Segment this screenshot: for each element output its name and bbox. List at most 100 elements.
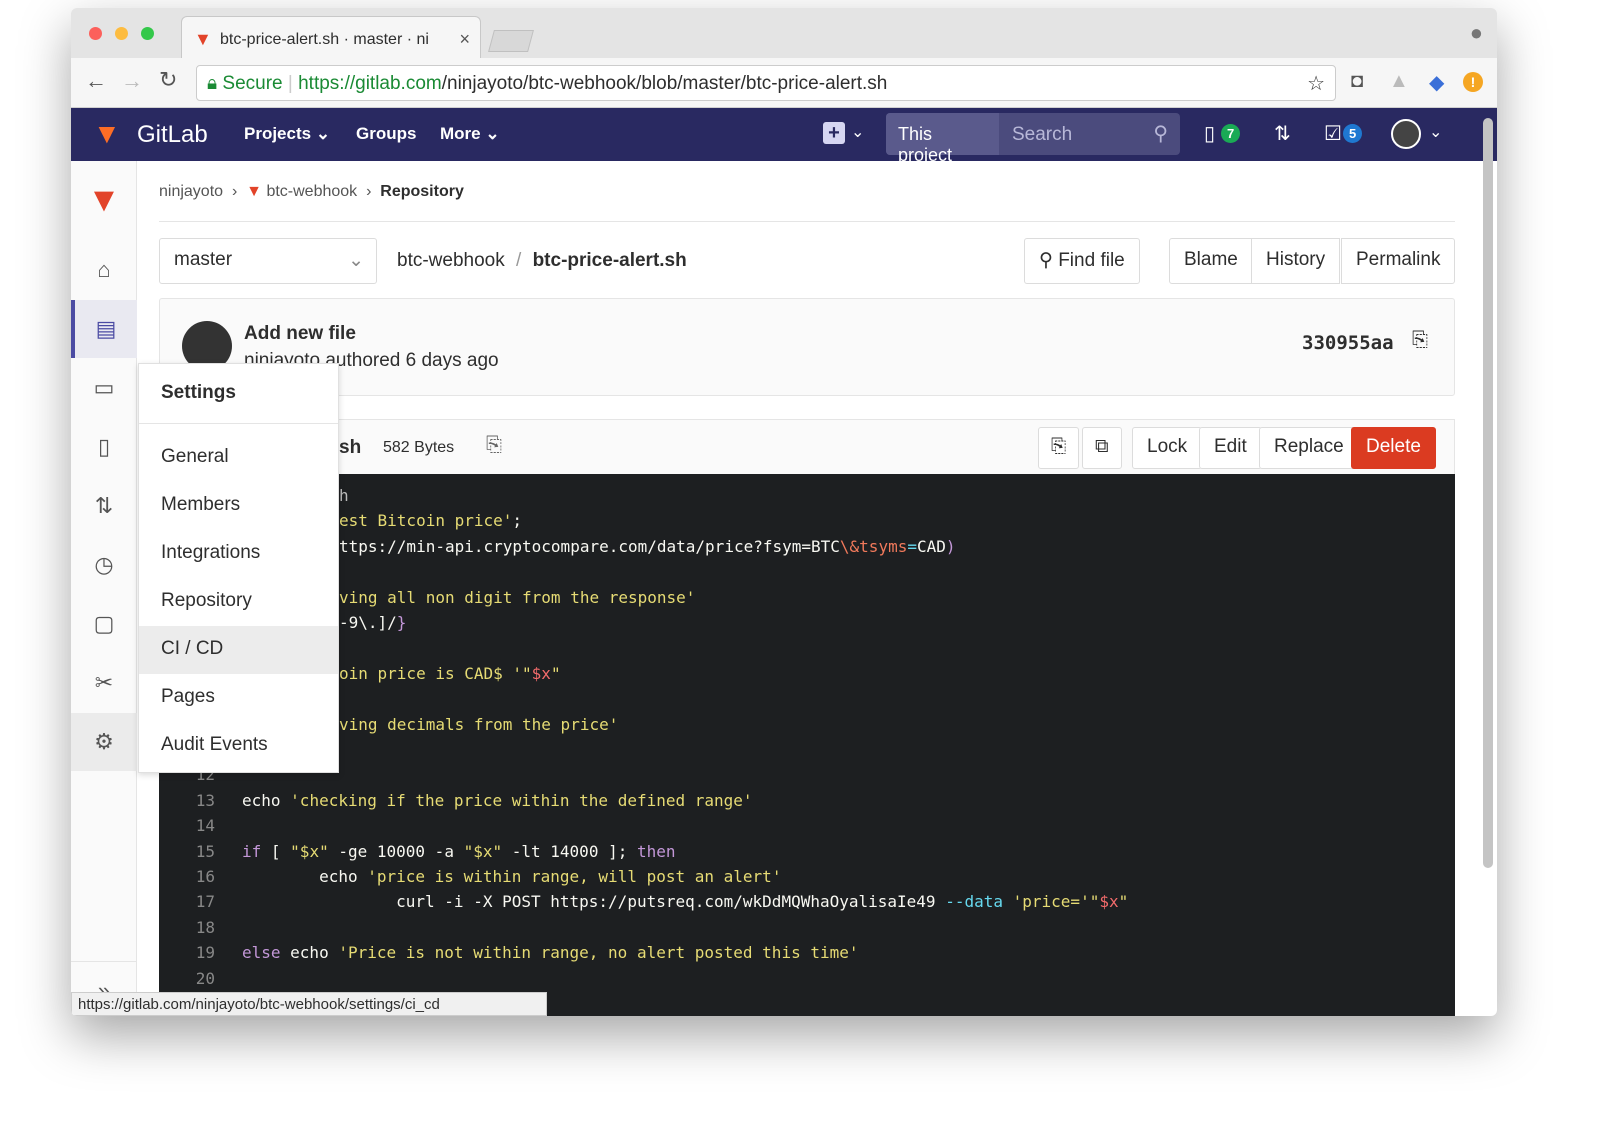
browser-tab[interactable]: ▼ btc-price-alert.sh · master · ni × bbox=[181, 16, 481, 58]
minimize-window-button[interactable] bbox=[115, 27, 128, 40]
address-bar-row: ← → ↻ 🔒︎ Secure | https://gitlab.com/nin… bbox=[71, 58, 1497, 108]
menu-item-members[interactable]: Members bbox=[139, 482, 338, 530]
search-box[interactable]: This project Search ⚲ bbox=[886, 113, 1180, 165]
code-token: = bbox=[907, 536, 917, 556]
code-token: ) bbox=[945, 536, 956, 556]
code-token: ]; bbox=[598, 841, 637, 861]
ethereum-icon[interactable]: ◆ bbox=[1429, 70, 1444, 95]
history-button[interactable]: History bbox=[1251, 238, 1341, 284]
commit-title[interactable]: Add new file bbox=[244, 323, 356, 345]
more-menu[interactable]: More ⌄ bbox=[440, 124, 500, 144]
project-sidebar: ▼ ⌂ ▤ ▭ ▯ ⇅ ◷ ▢ ✂ ⚙ » bbox=[71, 161, 137, 1016]
code-line: curl -i -X POST https://putsreq.com/wkDd… bbox=[242, 892, 1128, 911]
menu-item-pages[interactable]: Pages bbox=[139, 674, 338, 722]
projects-menu[interactable]: Projects ⌄ bbox=[244, 124, 330, 144]
user-avatar[interactable] bbox=[1391, 119, 1421, 149]
page-scrollbar[interactable] bbox=[1483, 118, 1493, 868]
gitlab-favicon-icon: ▼ bbox=[194, 29, 212, 49]
menu-item-integrations[interactable]: Integrations bbox=[139, 530, 338, 578]
last-commit-panel: Add new file ninjayoto authored 6 days a… bbox=[159, 298, 1455, 396]
chevron-down-icon: ⌄ bbox=[1429, 124, 1443, 141]
merge-requests-icon[interactable]: ⇅ bbox=[71, 477, 137, 535]
url-input[interactable]: 🔒︎ Secure | https://gitlab.com/ninjayoto… bbox=[196, 65, 1336, 101]
search-icon[interactable]: ⚲ bbox=[1153, 121, 1168, 146]
chevron-down-icon: ⌄ bbox=[851, 124, 865, 141]
close-tab-icon[interactable]: × bbox=[459, 29, 470, 50]
gitlab-brand[interactable]: GitLab bbox=[137, 121, 208, 149]
repository-icon[interactable]: ▤ bbox=[71, 300, 137, 358]
groups-link[interactable]: Groups bbox=[356, 124, 416, 144]
new-item-plus-icon[interactable]: + bbox=[823, 122, 845, 144]
code-line: ving decimals from the price' bbox=[339, 715, 618, 734]
code-token: echo bbox=[242, 867, 368, 886]
copy-source-icon[interactable]: ⎘ bbox=[1038, 427, 1080, 469]
todos-icon[interactable]: ☑ bbox=[1324, 121, 1342, 146]
url-host: https://gitlab.com bbox=[298, 73, 442, 94]
code-line: oin price is CAD$ '"$x" bbox=[339, 664, 561, 683]
issues-count-badge: 7 bbox=[1221, 124, 1241, 143]
line-number: 19 bbox=[195, 943, 215, 963]
code-line: ving all non digit from the response' bbox=[339, 588, 695, 607]
merge-requests-icon[interactable]: ⇅ bbox=[1274, 121, 1291, 146]
breadcrumb-project[interactable]: btc-webhook bbox=[266, 183, 357, 200]
commit-sha[interactable]: 330955aa bbox=[1302, 332, 1394, 354]
code-token: h bbox=[339, 486, 349, 505]
issues-icon[interactable]: ▯ bbox=[71, 418, 137, 476]
code-token: -lt bbox=[502, 841, 551, 861]
menu-item-ci-cd[interactable]: CI / CD bbox=[139, 626, 338, 674]
bookmark-star-icon[interactable]: ☆ bbox=[1307, 71, 1325, 96]
registry-icon[interactable]: ▭ bbox=[71, 359, 137, 417]
copy-sha-icon[interactable]: ⎘ bbox=[1412, 329, 1428, 352]
path-repo-link[interactable]: btc-webhook bbox=[397, 250, 505, 271]
code-token: " bbox=[1118, 892, 1129, 912]
breadcrumb-user[interactable]: ninjayoto bbox=[159, 183, 223, 200]
forward-icon[interactable]: → bbox=[121, 68, 143, 94]
open-raw-icon[interactable]: ⧉ bbox=[1082, 427, 1122, 469]
blame-button[interactable]: Blame bbox=[1169, 238, 1253, 284]
menu-item-general[interactable]: General bbox=[139, 434, 338, 482]
settings-gear-icon[interactable]: ⚙ bbox=[71, 713, 137, 771]
permalink-button[interactable]: Permalink bbox=[1341, 238, 1456, 284]
edit-button[interactable]: Edit bbox=[1199, 427, 1262, 469]
lock-icon: 🔒︎ bbox=[207, 73, 223, 94]
drive-icon[interactable]: ▲ bbox=[1389, 70, 1409, 93]
search-input[interactable]: Search bbox=[1012, 124, 1072, 146]
line-number: 16 bbox=[195, 867, 215, 886]
replace-button[interactable]: Replace bbox=[1259, 427, 1359, 469]
reload-icon[interactable]: ↻ bbox=[159, 67, 177, 93]
code-token: echo bbox=[242, 790, 291, 810]
menu-item-repository[interactable]: Repository bbox=[139, 578, 338, 626]
maximize-window-button[interactable] bbox=[141, 27, 154, 40]
file-header: rt.sh 582 Bytes ⎘ ⎘ ⧉ Lock Edit Replace … bbox=[159, 419, 1455, 475]
new-tab-button[interactable] bbox=[488, 30, 534, 52]
close-window-button[interactable] bbox=[89, 27, 102, 40]
branch-select[interactable]: master ⌄ bbox=[159, 238, 377, 284]
main-content: ninjayoto › ▼ btc-webhook › Repository m… bbox=[159, 161, 1456, 1016]
delete-button[interactable]: Delete bbox=[1351, 427, 1436, 469]
copy-path-icon[interactable]: ⎘ bbox=[486, 434, 502, 457]
pipelines-icon[interactable]: ◷ bbox=[71, 536, 137, 594]
line-number: 14 bbox=[195, 816, 215, 836]
search-scope-label[interactable]: This project bbox=[886, 113, 999, 165]
profile-icon[interactable]: ● bbox=[1470, 20, 1483, 46]
code-token: $x bbox=[1099, 892, 1119, 912]
code-token: $x bbox=[531, 663, 551, 683]
home-icon[interactable]: ⌂ bbox=[71, 241, 137, 299]
back-icon[interactable]: ← bbox=[85, 68, 107, 94]
project-icon: ▼ bbox=[246, 183, 262, 200]
issues-icon[interactable]: ▯ bbox=[1204, 121, 1215, 146]
code-line: else echo 'Price is not within range, no… bbox=[242, 943, 859, 962]
find-file-button[interactable]: ⚲ Find file bbox=[1024, 238, 1140, 284]
project-avatar[interactable]: ▼ bbox=[71, 171, 137, 231]
line-number: 13 bbox=[195, 790, 215, 810]
alert-extension-icon[interactable]: ! bbox=[1463, 72, 1483, 92]
snippets-icon[interactable]: ✂ bbox=[71, 654, 137, 712]
breadcrumb: ninjayoto › ▼ btc-webhook › Repository bbox=[159, 183, 1455, 222]
wiki-icon[interactable]: ▢ bbox=[71, 595, 137, 653]
secure-label: Secure bbox=[222, 73, 283, 94]
pocket-icon[interactable]: ◘ bbox=[1351, 70, 1363, 93]
menu-item-audit-events[interactable]: Audit Events bbox=[139, 722, 338, 770]
lock-button[interactable]: Lock bbox=[1132, 427, 1203, 469]
url-path: /ninjayoto/btc-webhook/blob/master/btc-p… bbox=[441, 73, 888, 94]
gitlab-logo-icon[interactable]: ▼ bbox=[93, 118, 121, 150]
